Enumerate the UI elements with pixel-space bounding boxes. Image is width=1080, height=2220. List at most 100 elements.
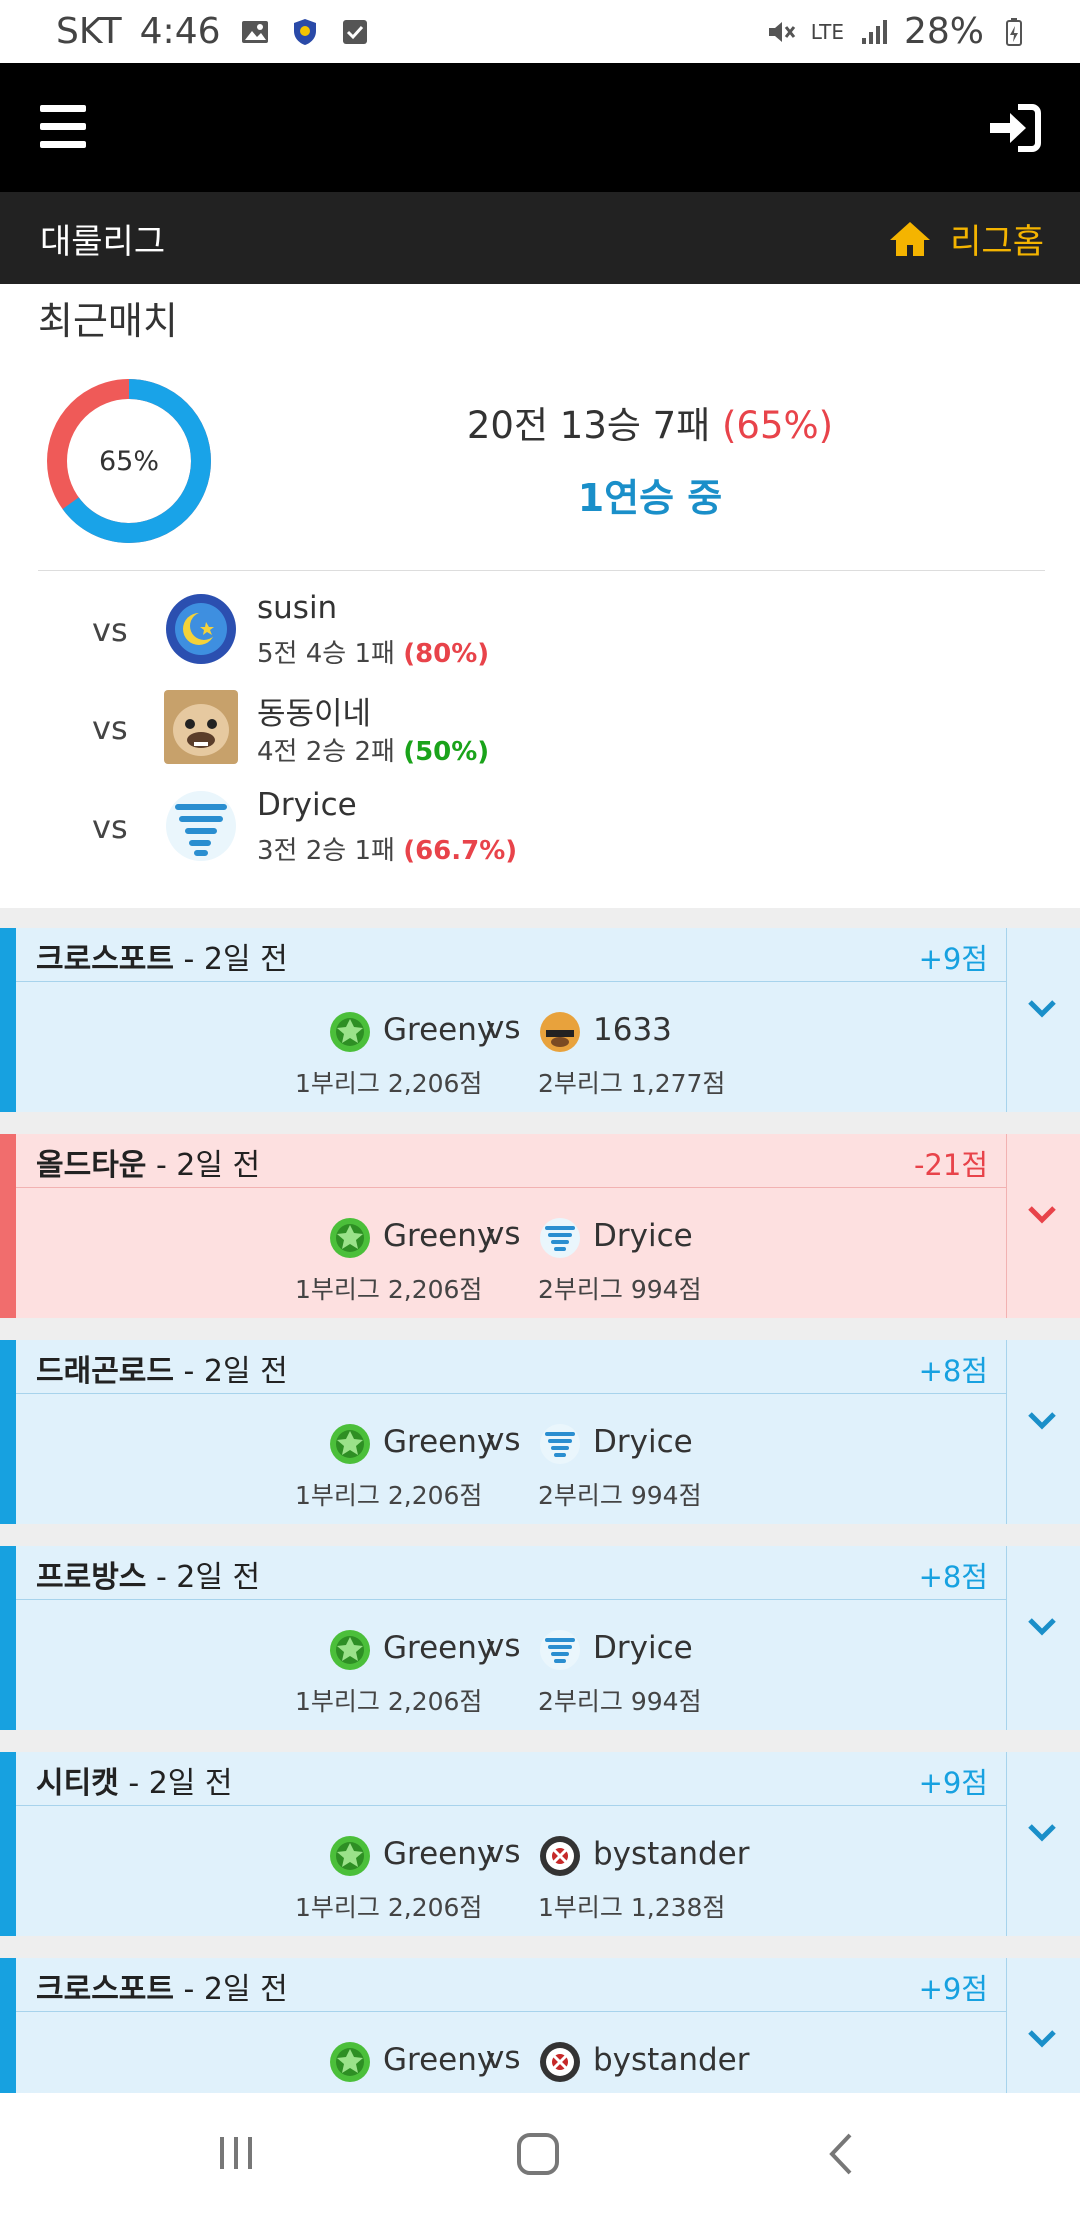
- league-home-label: 리그홈: [950, 222, 1044, 262]
- record: 3전 2승 1패: [257, 836, 404, 866]
- bulldog-avatar-icon: [538, 1010, 582, 1054]
- vs-label: vs: [486, 1422, 521, 1458]
- expand-toggle[interactable]: [1007, 1752, 1080, 1936]
- clover-avatar-icon: [328, 2040, 372, 2084]
- match-time: - 2일 전: [174, 1972, 288, 2007]
- record-pct: (65%): [722, 404, 834, 447]
- match-time: - 2일 전: [174, 942, 288, 977]
- clover-avatar-icon: [328, 1628, 372, 1672]
- match-header: 올드타운 - 2일 전 -21점: [16, 1134, 1006, 1188]
- section-gap: [0, 908, 1080, 928]
- map-name: 드래곤로드: [36, 1354, 174, 1389]
- vs-label: vs: [92, 611, 128, 649]
- emblem-moon-icon: [166, 594, 236, 664]
- match-map: 크로스포트 - 2일 전: [36, 934, 288, 978]
- battery-percent: 28%: [903, 11, 984, 52]
- clover-avatar-icon: [328, 1010, 372, 1054]
- divider: [38, 570, 1045, 571]
- record: 5전 4승 1패: [257, 639, 404, 669]
- mute-icon: [768, 21, 795, 42]
- vs-label: vs: [92, 808, 128, 846]
- section-title: 최근매치: [38, 299, 178, 343]
- record-pct: (80%): [403, 639, 490, 669]
- expand-toggle[interactable]: [1007, 1134, 1080, 1318]
- vs-label: vs: [486, 1216, 521, 1252]
- match-card[interactable]: 올드타운 - 2일 전 -21점 Greeny 1부리그 2,206점 vs Dryice…: [0, 1134, 1080, 1318]
- streak: 1연승 중: [577, 476, 723, 520]
- player-score: 2부리그 1,277점: [538, 1069, 726, 1098]
- match-card[interactable]: 시티캣 - 2일 전 +9점 Greeny 1부리그 2,206점 vs bystande…: [0, 1752, 1080, 1936]
- match-header: 크로스포트 - 2일 전 +9점: [16, 928, 1006, 982]
- map-name: 크로스포트: [36, 942, 174, 977]
- opponent-record: 5전 4승 1패 (80%): [257, 633, 489, 670]
- carrier: SKT: [56, 11, 122, 52]
- bulldog-avatar-icon: [164, 690, 238, 764]
- clock: 4:46: [139, 11, 221, 52]
- opponent-name: 동동이네: [257, 696, 372, 732]
- home-icon: [890, 221, 931, 256]
- league-home-link[interactable]: 리그홈: [888, 214, 1044, 263]
- match-time: - 2일 전: [146, 1148, 261, 1183]
- player-name: Greeny: [383, 1424, 496, 1460]
- match-body: 드래곤로드 - 2일 전 +8점 Greeny 1부리그 2,206점 vs Dryice…: [16, 1340, 1007, 1524]
- result-accent-bar: [0, 928, 16, 1112]
- opponent-record: 4전 2승 2패 (50%): [257, 731, 489, 768]
- card-separator: [0, 1318, 1080, 1340]
- opponent-row[interactable]: vs 동동이네 4전 2승 2패 (50%): [0, 684, 1080, 774]
- vs-label: vs: [486, 1628, 521, 1664]
- expand-toggle[interactable]: [1007, 1340, 1080, 1524]
- match-body: 올드타운 - 2일 전 -21점 Greeny 1부리그 2,206점 vs Dryice…: [16, 1134, 1007, 1318]
- player-score: 1부리그 2,206점: [295, 1481, 483, 1510]
- vs-label: vs: [486, 1834, 521, 1870]
- chevron-down-icon: [1028, 1000, 1056, 1018]
- player-name: 1633: [593, 1012, 672, 1048]
- expand-toggle[interactable]: [1007, 928, 1080, 1112]
- player-score: 1부리그 2,206점: [295, 1893, 483, 1922]
- target-avatar-icon: [538, 2040, 582, 2084]
- shield-icon: [293, 18, 316, 45]
- tornado-avatar-icon: [538, 1628, 582, 1672]
- vs-label: vs: [486, 1010, 521, 1046]
- card-separator: [0, 1112, 1080, 1134]
- player-score: 1부리그 2,206점: [295, 1069, 483, 1098]
- back-icon[interactable]: [824, 2131, 858, 2177]
- match-points: +8점: [918, 1354, 988, 1388]
- map-name: 프로방스: [36, 1560, 147, 1595]
- match-card[interactable]: 드래곤로드 - 2일 전 +8점 Greeny 1부리그 2,206점 vs Dryice…: [0, 1340, 1080, 1524]
- player-name: Greeny: [383, 2042, 496, 2078]
- opponent-name: susin: [257, 590, 338, 626]
- map-name: 올드타운: [36, 1148, 147, 1183]
- player-name: Dryice: [593, 1630, 693, 1666]
- player-name: bystander: [593, 2042, 750, 2078]
- tornado-avatar-icon: [538, 1216, 582, 1260]
- player-name: Greeny: [383, 1012, 496, 1048]
- player-score: 1부리그 2,206점: [295, 1275, 483, 1304]
- system-nav-bar: [0, 2093, 1080, 2220]
- match-header: 프로방스 - 2일 전 +8점: [16, 1546, 1006, 1600]
- hamburger-icon[interactable]: [40, 105, 86, 149]
- opponent-row[interactable]: vs susin 5전 4승 1패 (80%): [0, 586, 1080, 676]
- match-points: -21점: [913, 1148, 988, 1182]
- target-avatar-icon: [538, 1834, 582, 1878]
- opponent-row[interactable]: vs Dryice 3전 2승 1패 (66.7%): [0, 783, 1080, 873]
- match-body: 크로스포트 - 2일 전 +9점 Greeny 1부리그 2,206점 vs 1633 2부…: [16, 928, 1007, 1112]
- clover-avatar-icon: [328, 1422, 372, 1466]
- match-points: +8점: [918, 1560, 988, 1594]
- chevron-down-icon: [1028, 1206, 1056, 1224]
- tornado-avatar-icon: [166, 791, 236, 861]
- chevron-down-icon: [1028, 2030, 1056, 2048]
- match-card[interactable]: 프로방스 - 2일 전 +8점 Greeny 1부리그 2,206점 vs Dryice 2…: [0, 1546, 1080, 1730]
- win-rate-label: 65%: [98, 445, 159, 477]
- clover-avatar-icon: [328, 1834, 372, 1878]
- expand-toggle[interactable]: [1007, 1546, 1080, 1730]
- checkbox-icon: [342, 19, 367, 44]
- clover-avatar-icon: [328, 1216, 372, 1260]
- match-map: 크로스포트 - 2일 전: [36, 1964, 288, 2008]
- match-card[interactable]: 크로스포트 - 2일 전 +9점 Greeny 1부리그 2,206점 vs 1633 2부…: [0, 928, 1080, 1112]
- sign-in-icon[interactable]: [986, 103, 1042, 153]
- recent-apps-icon[interactable]: [214, 2131, 258, 2175]
- match-map: 프로방스 - 2일 전: [36, 1552, 260, 1596]
- home-icon[interactable]: [515, 2131, 561, 2177]
- match-header: 시티캣 - 2일 전 +9점: [16, 1752, 1006, 1806]
- player-score: 2부리그 994점: [538, 1275, 702, 1304]
